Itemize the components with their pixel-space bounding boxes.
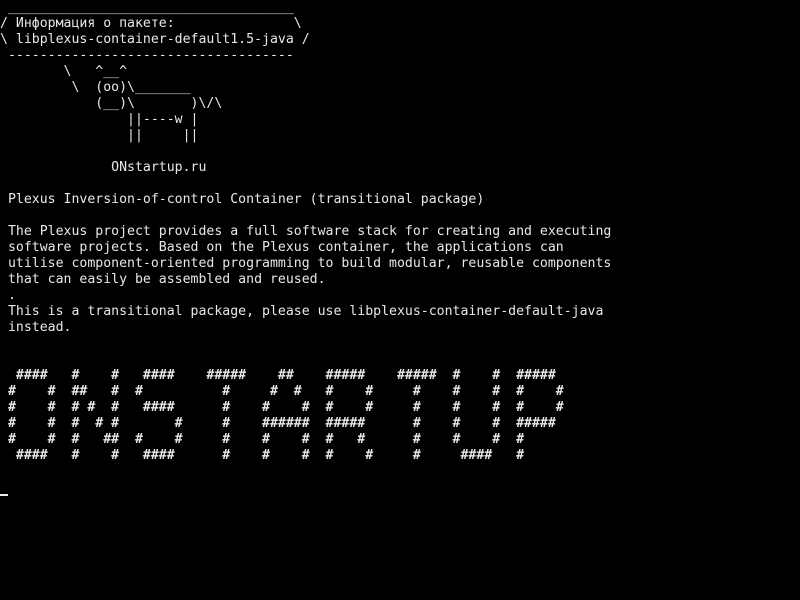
description-line: This is a transitional package, please u…: [0, 304, 604, 319]
cowsay-line: \ ^__^: [0, 64, 128, 79]
banner-line: #### # # #### ##### ## ##### ##### # # #…: [0, 368, 556, 383]
terminal-screen[interactable]: ____________________________________ / И…: [0, 0, 800, 600]
description-line: utilise component-oriented programming t…: [0, 256, 612, 271]
banner-line: # # # ## # # # # # # # # # # #: [0, 432, 525, 447]
description-line: The Plexus project provides a full softw…: [0, 224, 612, 239]
cowsay-line: ____________________________________: [0, 0, 294, 15]
text-cursor: [0, 494, 8, 496]
cowsay-line: ||----w |: [0, 112, 199, 127]
description-title: Plexus Inversion-of-control Container (t…: [0, 192, 485, 207]
description-line: software projects. Based on the Plexus c…: [0, 240, 564, 255]
cowsay-line: (__)\ )\/\: [0, 96, 223, 111]
banner-line: #### # # #### # # # # # # #### #: [0, 448, 525, 463]
cowsay-line: ------------------------------------: [0, 48, 294, 63]
description-line: .: [0, 288, 16, 303]
description-line: instead.: [0, 320, 72, 335]
cowsay-line: \ libplexus-container-default1.5-java /: [0, 32, 310, 47]
banner-line: # # # # # #### # # # # # # # # # #: [0, 400, 564, 415]
description-line: that can easily be assembled and reused.: [0, 272, 326, 287]
site-name: ONstartup.ru: [0, 160, 207, 175]
banner-line: # # # # # # # ###### ##### # # # #####: [0, 416, 556, 431]
cowsay-line: / Информация о пакете: \: [0, 16, 302, 31]
cowsay-line: || ||: [0, 128, 199, 143]
banner-line: # # ## # # # # # # # # # # # #: [0, 384, 564, 399]
cowsay-line: \ (oo)\_______: [0, 80, 191, 95]
